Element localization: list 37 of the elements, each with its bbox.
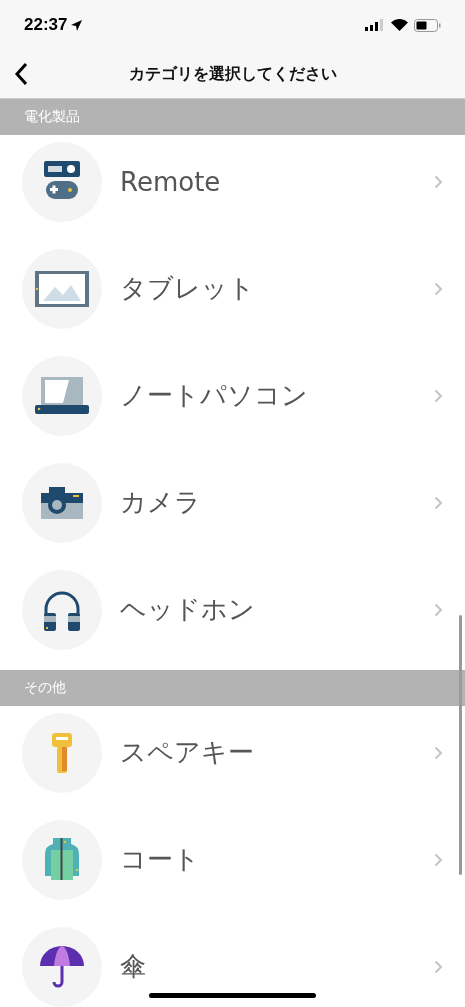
chevron-icon — [434, 959, 443, 974]
category-label: タブレット — [120, 272, 256, 305]
category-label: ノートパソコン — [120, 379, 309, 412]
section-title: その他 — [24, 679, 66, 697]
chevron-icon — [434, 852, 443, 867]
category-row[interactable]: ノートパソコン — [0, 349, 465, 456]
camera-icon — [41, 486, 83, 519]
wifi-icon — [391, 19, 408, 31]
category-label: Remote — [120, 166, 222, 197]
category-label: ヘッドホン — [120, 593, 256, 626]
chevron-icon — [434, 174, 443, 189]
tablet-icon — [35, 270, 89, 307]
category-row[interactable]: ヘッドホン — [0, 563, 465, 670]
category-row[interactable]: Remote — [0, 135, 465, 242]
category-row[interactable]: スペアキー — [0, 706, 465, 813]
key-icon — [52, 732, 72, 773]
category-label: スペアキー — [120, 736, 255, 769]
category-label: カメラ — [120, 486, 202, 519]
battery-icon — [414, 18, 441, 32]
laptop-icon — [35, 376, 89, 415]
chevron-icon — [434, 495, 443, 510]
category-row[interactable]: カメラ — [0, 456, 465, 563]
chevron-icon — [434, 388, 443, 403]
status-time: 22:37 — [24, 15, 68, 35]
section-title: 電化製品 — [24, 108, 80, 126]
jacket-icon — [45, 837, 79, 882]
chevron-icon — [434, 281, 443, 296]
signal-icon — [365, 19, 385, 31]
category-label: 傘 — [120, 950, 147, 983]
umbrella-icon — [39, 943, 85, 990]
category-row[interactable]: コート — [0, 813, 465, 920]
location-arrow-icon — [71, 19, 83, 31]
category-row[interactable]: タブレット — [0, 242, 465, 349]
category-label: コート — [120, 843, 201, 876]
chevron-icon — [434, 745, 443, 760]
screen-title: カテゴリを選択してください — [128, 63, 337, 85]
chevron-icon — [434, 602, 443, 617]
